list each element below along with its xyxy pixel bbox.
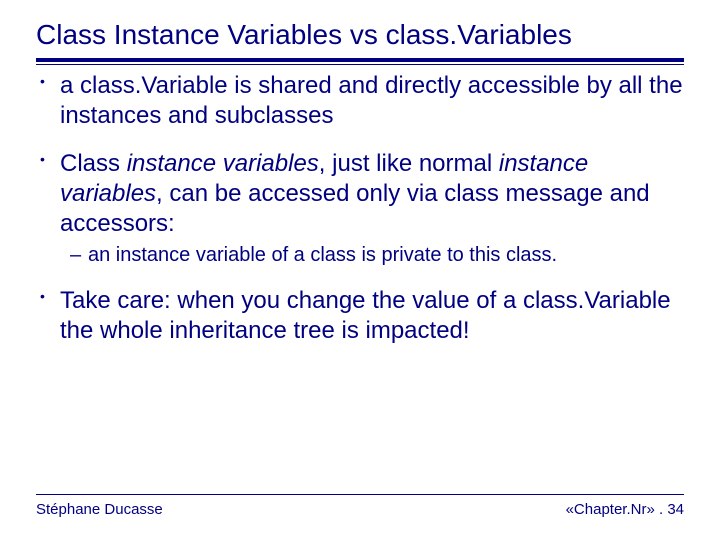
sub-bullet-list: an instance variable of a class is priva… [60, 243, 684, 268]
footer-page: «Chapter.Nr» . 34 [566, 501, 684, 518]
bullet-text: Take care: when you change the value of … [60, 287, 671, 344]
title-rule-thin [36, 64, 684, 65]
slide-footer: Stéphane Ducasse «Chapter.Nr» . 34 [36, 494, 684, 518]
bullet-list: a class.Variable is shared and directly … [36, 71, 684, 346]
sub-bullet-text: an instance variable of a class is priva… [88, 244, 557, 266]
title-rule-thick [36, 58, 684, 62]
bullet-item: Class instance variables, just like norm… [36, 149, 684, 268]
sub-bullet-item: an instance variable of a class is priva… [60, 243, 684, 268]
footer-row: Stéphane Ducasse «Chapter.Nr» . 34 [36, 501, 684, 518]
bullet-item: Take care: when you change the value of … [36, 286, 684, 346]
footer-author: Stéphane Ducasse [36, 501, 163, 518]
slide-title: Class Instance Variables vs class.Variab… [36, 18, 684, 52]
bullet-text-mid: , just like normal [319, 150, 499, 177]
slide-body: a class.Variable is shared and directly … [36, 71, 684, 346]
bullet-text-italic: instance variables [127, 150, 319, 177]
bullet-text-prefix: Class [60, 150, 127, 177]
bullet-text: a class.Variable is shared and directly … [60, 72, 683, 129]
footer-rule [36, 494, 684, 495]
slide: Class Instance Variables vs class.Variab… [0, 0, 720, 540]
bullet-item: a class.Variable is shared and directly … [36, 71, 684, 131]
